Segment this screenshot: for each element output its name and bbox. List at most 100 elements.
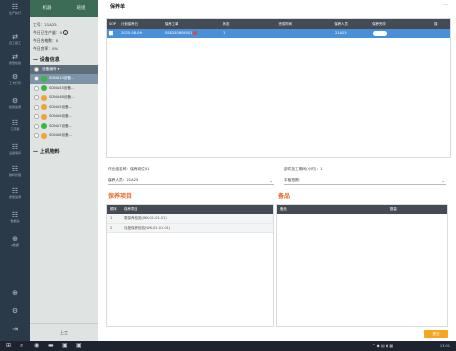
grid-icon: ☷ <box>11 143 19 151</box>
submit-button[interactable]: 提交 <box>424 330 448 338</box>
device-list-item[interactable]: SDNA7设备... <box>30 121 98 131</box>
staff-label: 保养人员： <box>108 178 127 182</box>
device-list-item[interactable]: SDNA6设备... <box>30 112 98 122</box>
rail-item-maintenance[interactable]: ☷ 设备保养 <box>0 143 30 156</box>
status-dot-icon <box>41 94 47 101</box>
items-table-header: 顺序 保养项目 <box>107 205 273 214</box>
rail-item-settings[interactable]: ⚙ <box>0 308 30 315</box>
row-done-time <box>277 29 333 38</box>
rail-item-logout[interactable]: ⇥ <box>0 326 30 333</box>
status-dot-icon <box>41 123 47 130</box>
device-list-item[interactable]: SDNA8设备... <box>30 131 98 141</box>
row-order: SS8250808001 <box>163 29 221 38</box>
app2-icon[interactable]: ▣ <box>76 342 82 350</box>
today-qualified: 今日合格数：0 <box>33 38 59 43</box>
device-checkbox[interactable] <box>34 114 39 120</box>
device-list-item[interactable]: SDNA4B设备... <box>30 93 98 103</box>
device-checkbox[interactable] <box>34 133 39 139</box>
material-section-title[interactable]: — 上机物料 <box>30 147 98 157</box>
app-icon[interactable]: ▣ <box>62 342 68 350</box>
search-icon[interactable]: ⌕ <box>20 342 23 350</box>
device-list-item[interactable]: SDNA13设备... <box>30 74 98 84</box>
operator-info: 工号：21A25 今日已生产量：0 i 今日合格数：0 今日良率：0% <box>30 17 98 53</box>
table-row[interactable]: ▆ 2025-08-09 SS8250808001 1 21A25 <box>107 29 450 38</box>
device-section-title: — 设备信息 <box>33 57 60 63</box>
rail-item-material[interactable]: ☷ 物料管理 <box>0 166 30 178</box>
rail-item-label: 工卡打印 <box>8 81 21 85</box>
complete-toggle[interactable] <box>373 31 387 36</box>
rail-item-label: 质量检验 <box>8 61 21 65</box>
photo-select[interactable]: 平板拍照： ⌄ <box>284 176 446 185</box>
device-checkbox[interactable] <box>34 76 39 82</box>
device-list-item[interactable]: SDNA43设备... <box>30 83 98 93</box>
rail-item-inspection[interactable]: ⇄ 质量检验 <box>0 53 30 66</box>
grid-icon: ☷ <box>11 187 19 195</box>
rail-item-extra[interactable]: ⊕ <box>0 290 30 297</box>
item-seq: 1 <box>110 216 113 220</box>
row-order-text: SS8250808001 <box>165 31 193 35</box>
chevron-down-icon: ⌄ <box>269 178 273 183</box>
row-plan-date: 2025-08-09 <box>121 31 142 35</box>
clock-in-button[interactable]: 上工 <box>30 323 98 341</box>
device-checkbox[interactable] <box>34 104 39 110</box>
col-seq: 顺序 <box>110 207 117 211</box>
tab-machine[interactable]: 机器 <box>30 0 64 17</box>
table-row[interactable]: 1 周保养检验(WK-01-01-01) <box>107 214 273 224</box>
col-part: 备品 <box>280 207 287 211</box>
item-seq: 2 <box>110 225 113 230</box>
chevron-down-icon: ⌄ <box>441 178 445 183</box>
grid-icon: ☷ <box>11 211 19 219</box>
col-order: 保养工单 <box>164 22 179 26</box>
info-icon[interactable]: i <box>63 30 69 35</box>
col-item: 保养项目 <box>124 207 138 211</box>
grid-icon: ☷ <box>11 3 19 11</box>
today-produced-text: 今日已生产量：0 <box>33 30 62 35</box>
rail-item-production[interactable]: ☷ 生产执行 <box>0 3 30 16</box>
device-name: SDNA43设备... <box>49 85 75 90</box>
rail-item-data[interactable]: ☷ 数据采 <box>0 211 30 224</box>
rail-item-label: a数据 <box>11 243 19 247</box>
device-checkbox[interactable] <box>34 95 39 101</box>
row-staff: 21A25 <box>335 31 347 35</box>
rail-item-report[interactable]: ⇄ 员工报工 <box>0 34 30 46</box>
col-status: 状态 <box>222 22 230 26</box>
windows-start-icon[interactable]: ⊞ <box>6 342 11 350</box>
gear-icon: ⚙ <box>11 97 19 105</box>
plus-circle-icon: ⊕ <box>12 235 18 243</box>
rail-item-label: 数据采 <box>10 219 20 223</box>
table-row[interactable]: 2 月度保养检验(WK-02-01-01) <box>107 223 273 233</box>
device-section-label: 设备信息 <box>39 57 60 63</box>
rail-item-process[interactable]: ☷ 工序报 <box>0 120 30 132</box>
rail-item-a-data[interactable]: ⊕ a数据 <box>0 235 30 248</box>
parts-title: 备品 <box>278 193 291 200</box>
select-all-checkbox[interactable] <box>34 66 39 72</box>
rail-item-label: 物料管理 <box>8 173 21 177</box>
app-nav-rail: ☷ 生产执行 ⇄ 员工报工 ⇄ 质量检验 ⚙ 工卡打印 ⚙ 检验追溯 ☷ 工序报… <box>0 0 30 341</box>
order-table-header: SOP 计划保养日 保养工单 状态 完成时间 保养人员 保养完毕 操 <box>107 19 450 29</box>
device-checkbox[interactable] <box>34 85 39 91</box>
browser-icon[interactable]: ◉ <box>34 342 39 350</box>
tab-team[interactable]: 班组 <box>64 0 98 17</box>
gear-icon: ⚙ <box>11 73 19 81</box>
rail-item-trace[interactable]: ⚙ 检验追溯 <box>0 97 30 110</box>
device-list: SDNA13设备... SDNA43设备... SDNA4B设备... SDNA5设备… <box>30 74 98 141</box>
more-icon[interactable]: ... <box>443 1 448 7</box>
device-checkbox[interactable] <box>34 123 39 129</box>
folder-icon[interactable]: ▬ <box>48 342 54 350</box>
document-icon[interactable]: ▆ <box>107 29 119 38</box>
parts-table-header: 备品 数量 <box>277 205 447 214</box>
col-done-time: 完成时间 <box>278 22 293 26</box>
rail-item-label: 工序报 <box>10 127 20 131</box>
items-table: 顺序 保养项目 1 周保养检验(WK-01-01-01) 2 月度保养检验(WK… <box>106 204 274 327</box>
order-table: SOP 计划保养日 保养工单 状态 完成时间 保养人员 保养完毕 操 ▆ 202… <box>106 18 451 158</box>
tray-icons[interactable]: ⌃ ◆ ▤ ◖ ▦ <box>372 342 393 350</box>
rail-item-label: 检验追溯 <box>8 105 21 109</box>
rail-item-quality[interactable]: ☷ 质量追溯 <box>0 187 30 200</box>
status-dot-icon <box>41 113 47 120</box>
device-list-header[interactable]: 设备编号 ▾ <box>30 65 98 74</box>
staff-select[interactable]: 保养人员：21A25 ⌄ <box>108 176 274 185</box>
rail-item-card-print[interactable]: ⚙ 工卡打印 <box>0 73 30 86</box>
device-list-item[interactable]: SDNA5设备... <box>30 102 98 112</box>
col-plan-date: 计划保养日 <box>120 22 138 26</box>
swap-icon: ⇄ <box>12 53 18 61</box>
